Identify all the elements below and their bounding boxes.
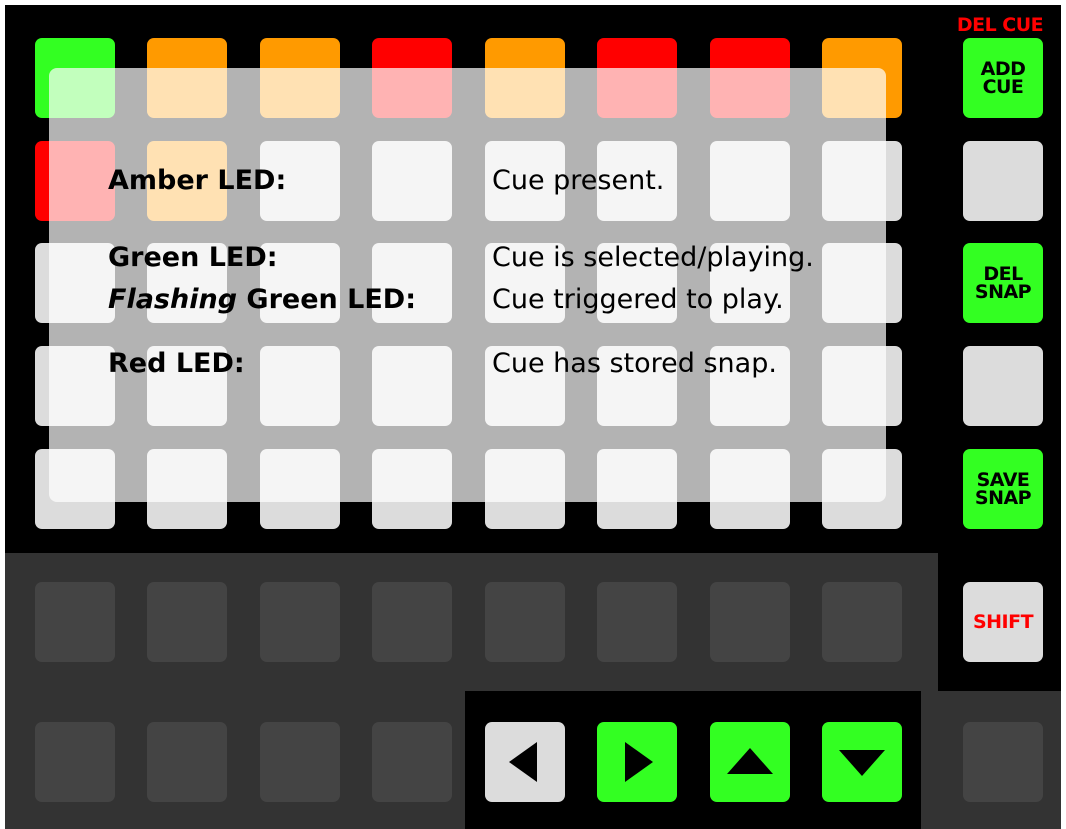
green-led-desc: Cue is selected/playing. [492,242,814,273]
up-arrow-icon [727,748,773,774]
red-led-key: Red LED: [108,348,245,379]
down-arrow-icon [839,750,885,776]
nav-down-button[interactable] [822,722,902,802]
nav-right-button[interactable] [597,722,677,802]
flashing-key-rest: Green LED: [237,284,416,315]
inactive-pad[interactable] [485,582,565,662]
inactive-pad[interactable] [35,582,115,662]
nav-up-button[interactable] [710,722,790,802]
flashing-green-led-desc: Cue triggered to play. [492,284,784,315]
green-led-key: Green LED: [108,242,278,273]
inactive-pad[interactable] [372,722,452,802]
inactive-pad[interactable] [372,582,452,662]
side-button-blank-1[interactable] [963,141,1043,221]
flashing-green-led-key: Flashing Green LED: [108,284,416,315]
del-cue-label: DEL CUE [956,14,1044,36]
inactive-pad[interactable] [597,582,677,662]
amber-led-key: Amber LED: [108,165,287,196]
inactive-pad[interactable] [822,582,902,662]
inactive-pad[interactable] [963,722,1043,802]
inactive-pad[interactable] [35,722,115,802]
shift-button[interactable]: SHIFT [963,582,1043,662]
nav-left-button[interactable] [485,722,565,802]
del-snap-button[interactable]: DEL SNAP [963,243,1043,323]
left-arrow-icon [509,742,537,782]
inactive-pad[interactable] [260,722,340,802]
side-button-blank-2[interactable] [963,346,1043,426]
flashing-word: Flashing [108,284,238,315]
inactive-pad[interactable] [710,582,790,662]
right-arrow-icon [625,742,653,782]
amber-led-desc: Cue present. [492,165,665,196]
red-led-desc: Cue has stored snap. [492,348,777,379]
inactive-pad[interactable] [260,582,340,662]
add-cue-button[interactable]: ADD CUE [963,38,1043,118]
inactive-pad[interactable] [147,582,227,662]
inactive-pad[interactable] [147,722,227,802]
save-snap-button[interactable]: SAVE SNAP [963,449,1043,529]
